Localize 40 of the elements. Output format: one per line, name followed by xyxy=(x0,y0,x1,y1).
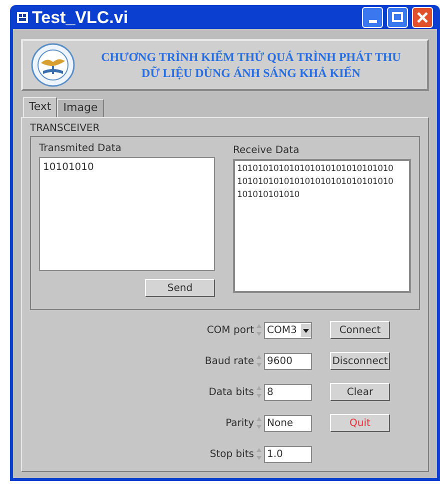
logo-icon xyxy=(31,43,75,87)
setting-label: Data bits xyxy=(208,386,255,400)
banner-title: CHƯƠNG TRÌNH KIỂM THỬ QUÁ TRÌNH PHÁT THU xyxy=(101,49,401,65)
setting-label: COM port xyxy=(206,324,255,338)
spinner-icon[interactable] xyxy=(256,323,262,337)
port-dropdown[interactable]: COM3 xyxy=(264,322,312,338)
setting-label: Baud rate xyxy=(204,354,255,368)
setting-field[interactable]: None xyxy=(264,414,312,432)
send-button[interactable]: Send xyxy=(145,279,216,297)
close-icon xyxy=(417,12,428,22)
setting-field[interactable]: 1.0 xyxy=(264,446,312,462)
tab[interactable]: Text xyxy=(23,97,58,117)
setting-label: Stop bits xyxy=(208,448,255,462)
setting-field[interactable]: 9600 xyxy=(264,352,312,370)
banner-title: DỮ LIỆU DÙNG ÁNH SÁNG KHẢ KIẾN xyxy=(142,65,360,81)
minimize-icon xyxy=(368,20,376,22)
action-button[interactable]: Disconnect xyxy=(330,352,390,370)
minimize-button[interactable] xyxy=(362,6,383,28)
transmit-field[interactable]: 10101010 xyxy=(39,157,216,271)
setting-label: Parity xyxy=(224,416,255,430)
receive-line: 101010101010101010101010101010 xyxy=(237,176,394,189)
action-button[interactable]: Clear xyxy=(330,383,390,401)
field-label: Receive Data xyxy=(233,144,300,158)
app-icon xyxy=(17,12,28,22)
window-title: Test_VLC.vi xyxy=(32,8,128,26)
spinner-icon[interactable] xyxy=(256,416,262,430)
spinner-icon[interactable] xyxy=(256,447,262,461)
receive-field[interactable]: 101010101010101010101010101010 101010101010101010101010101010 101010101010 xyxy=(233,159,411,293)
receive-line: 101010101010101010101010101010 xyxy=(237,163,394,176)
maximize-icon xyxy=(392,12,403,22)
setting-field[interactable]: 8 xyxy=(264,384,312,400)
receive-line: 101010101010 xyxy=(237,189,301,202)
action-button[interactable]: Connect xyxy=(330,321,390,339)
tab[interactable]: Image xyxy=(57,99,104,117)
field-label: Transmited Data xyxy=(39,142,122,156)
maximize-button[interactable] xyxy=(387,6,408,28)
close-button[interactable] xyxy=(412,6,433,28)
spinner-icon[interactable] xyxy=(256,385,262,399)
spinner-icon[interactable] xyxy=(256,354,262,368)
group-title: TRANSCEIVER xyxy=(30,122,101,136)
